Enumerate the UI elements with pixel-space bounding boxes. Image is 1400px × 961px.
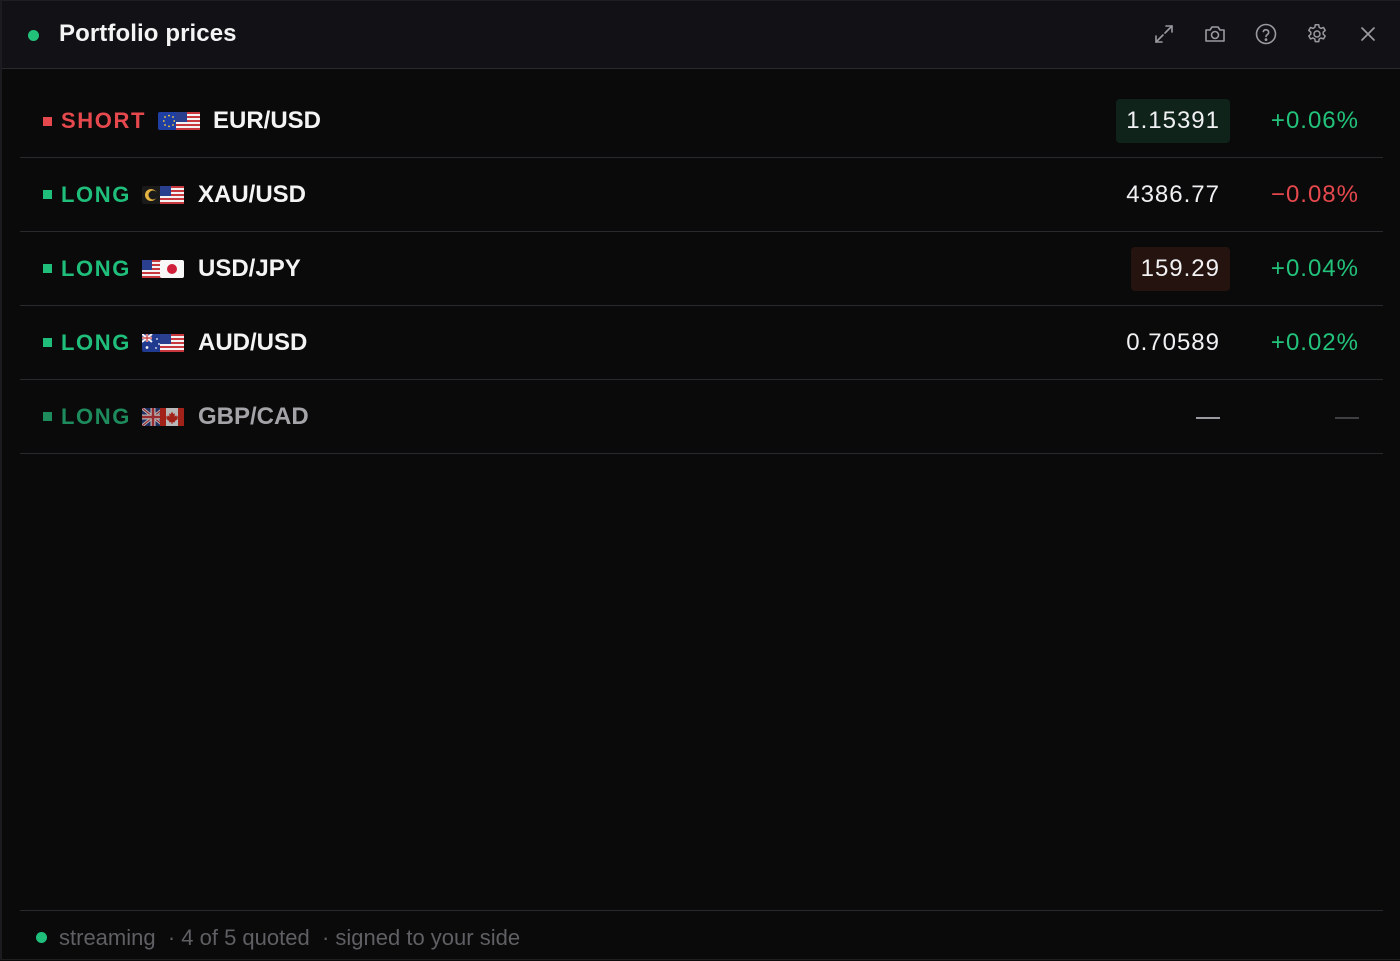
panel-header: Portfolio prices: [2, 1, 1400, 69]
side-marker: [43, 338, 52, 347]
side-marker: [43, 264, 52, 273]
status-footer: streaming · 4 of 5 quoted · signed to yo…: [20, 910, 1383, 961]
settings-icon[interactable]: [1305, 22, 1329, 46]
close-icon[interactable]: [1356, 22, 1380, 46]
pair-symbol: GBP/CAD: [198, 402, 309, 430]
side-marker: [43, 190, 52, 199]
pair-symbol: XAU/USD: [198, 180, 307, 208]
side-marker: [43, 116, 52, 126]
side-label: LONG: [43, 232, 131, 305]
eur-usd-flags-icon: [158, 112, 200, 130]
usd-jpy-flags-icon: [142, 259, 184, 278]
change-percent: +0.06%: [1270, 107, 1359, 134]
position-row[interactable]: LONG GBP/CAD: [20, 380, 1383, 454]
position-row[interactable]: LONG USD/JPY 159.29 +0.04%: [20, 232, 1383, 306]
price-value: 0.70589: [1126, 328, 1220, 356]
price-unavailable-dash: [1196, 416, 1220, 419]
position-row[interactable]: LONG AUD/USD 0.70589 +0.02%: [20, 306, 1383, 380]
side-label: LONG: [43, 306, 131, 379]
change-unavailable-dash: [1335, 416, 1359, 419]
change-percent: −0.08%: [1270, 180, 1359, 208]
quoted-count: · 4 of 5 quoted: [167, 925, 310, 950]
panel-title: Portfolio prices: [59, 20, 237, 47]
help-icon[interactable]: [1254, 22, 1278, 46]
side-text: SHORT: [61, 108, 146, 133]
xau-usd-flags-icon: [142, 185, 184, 204]
change-percent: +0.02%: [1270, 328, 1359, 356]
signed-note: · signed to your side: [321, 925, 521, 950]
price-value: 159.29: [1130, 246, 1230, 291]
price-value: 4386.77: [1126, 180, 1220, 208]
side-text: LONG: [61, 403, 131, 429]
portfolio-prices-panel: Portfolio prices SHORT EUR/USD 1.15391 +…: [0, 0, 1400, 960]
live-status-dot: [28, 30, 39, 41]
side-label: SHORT: [43, 85, 146, 157]
expand-icon[interactable]: [1152, 22, 1176, 46]
side-text: LONG: [61, 329, 131, 355]
pair-symbol: EUR/USD: [213, 107, 322, 134]
side-text: LONG: [61, 255, 131, 281]
side-text: LONG: [61, 181, 131, 207]
streaming-label: streaming: [59, 925, 156, 950]
position-row[interactable]: SHORT EUR/USD 1.15391 +0.06%: [20, 85, 1383, 158]
camera-icon[interactable]: [1203, 22, 1227, 46]
side-label: LONG: [43, 158, 131, 231]
side-label: LONG: [43, 380, 131, 453]
position-row[interactable]: LONG XAU/USD 4386.77 −0.08%: [20, 158, 1383, 232]
change-percent: +0.04%: [1270, 254, 1359, 282]
streaming-status-dot: [36, 932, 47, 943]
aud-usd-flags-icon: [142, 333, 184, 352]
positions-list: SHORT EUR/USD 1.15391 +0.06% LONG XAU/US…: [20, 85, 1383, 454]
footer-status-text: streaming · 4 of 5 quoted · signed to yo…: [59, 925, 520, 951]
gbp-cad-flags-icon: [142, 407, 184, 426]
header-toolbar: [1152, 22, 1380, 46]
pair-symbol: AUD/USD: [198, 328, 308, 356]
side-marker: [43, 412, 52, 421]
price-value: 1.15391: [1116, 99, 1230, 143]
pair-symbol: USD/JPY: [198, 254, 301, 282]
